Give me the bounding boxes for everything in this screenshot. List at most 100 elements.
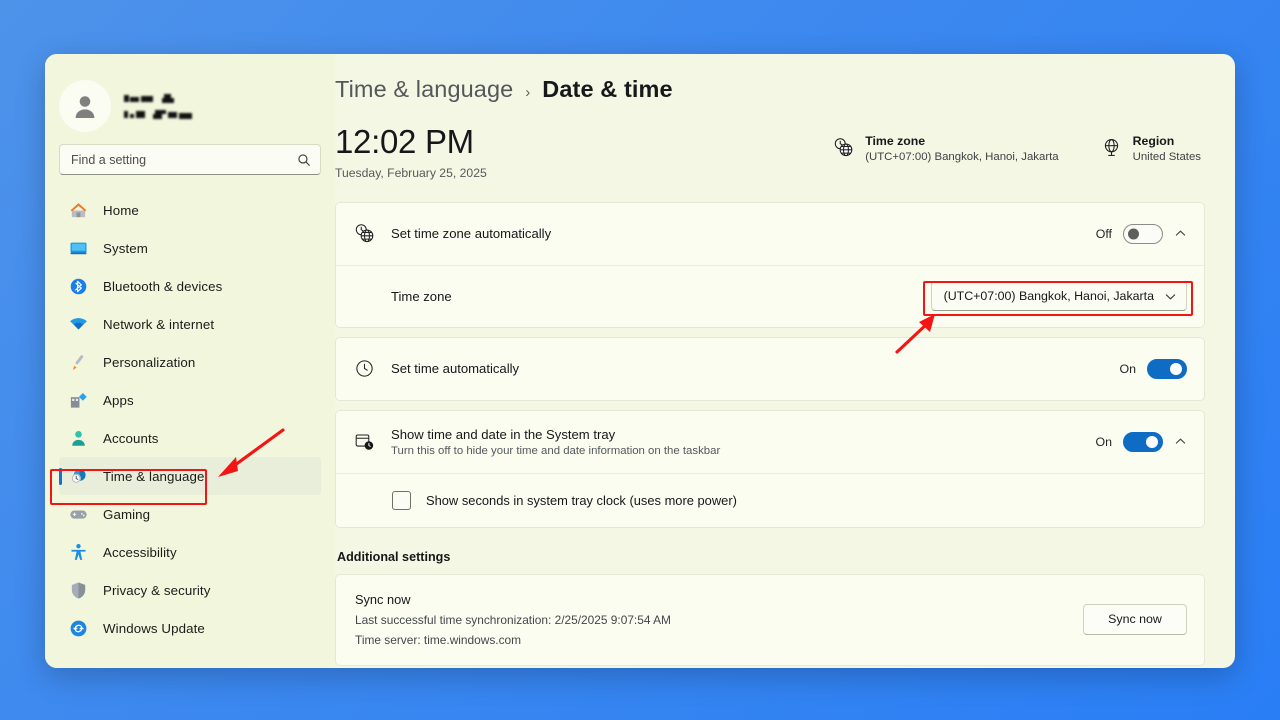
search-icon xyxy=(297,153,311,167)
sync-now-button[interactable]: Sync now xyxy=(1083,603,1187,635)
region-summary-title: Region xyxy=(1132,134,1175,148)
apps-icon xyxy=(68,390,89,411)
home-icon xyxy=(68,200,89,221)
timezone-select-row[interactable]: Time zone (UTC+07:00) Bangkok, Hanoi, Ja… xyxy=(336,264,1204,327)
set-time-automatically-card: Set time automatically On xyxy=(335,336,1205,401)
toggle-state-label: On xyxy=(1095,434,1112,449)
sidebar-item-windows-update[interactable]: Windows Update xyxy=(59,609,321,647)
sidebar-item-label: Home xyxy=(103,202,139,218)
paintbrush-icon xyxy=(68,352,89,373)
calendar-clock-icon xyxy=(352,431,376,452)
gamepad-icon xyxy=(68,504,89,525)
sidebar-item-gaming[interactable]: Gaming xyxy=(59,495,321,533)
sidebar: Home System xyxy=(45,54,335,668)
timezone-summary-value: (UTC+07:00) Bangkok, Hanoi, Jakarta xyxy=(865,151,1059,163)
accounts-icon xyxy=(68,428,89,449)
sidebar-item-time-language[interactable]: Time & language xyxy=(59,457,321,495)
show-seconds-checkbox[interactable] xyxy=(392,490,411,510)
bluetooth-icon xyxy=(68,276,89,297)
sidebar-item-accessibility[interactable]: Accessibility xyxy=(59,533,321,571)
sync-now-title: Sync now xyxy=(355,591,411,607)
timezone-summary-title: Time zone xyxy=(865,134,926,148)
show-time-date-tray-toggle[interactable] xyxy=(1123,431,1163,452)
set-time-automatically-row[interactable]: Set time automatically On xyxy=(336,338,1204,400)
region-summary-value: United States xyxy=(1132,151,1201,163)
row-title: Time zone xyxy=(391,288,452,304)
sidebar-item-label: Personalization xyxy=(103,354,196,370)
clock-icon xyxy=(352,358,376,379)
toggle-state-label: On xyxy=(1119,361,1136,376)
avatar xyxy=(59,80,111,132)
update-icon xyxy=(68,618,89,639)
timezone-dropdown[interactable]: (UTC+07:00) Bangkok, Hanoi, Jakarta xyxy=(930,281,1187,312)
additional-settings-heading: Additional settings xyxy=(337,549,451,564)
sidebar-item-label: Privacy & security xyxy=(103,582,211,598)
sidebar-item-network[interactable]: Network & internet xyxy=(59,305,321,343)
show-seconds-label: Show seconds in system tray clock (uses … xyxy=(426,492,737,508)
sync-now-card: Sync now Last successful time synchroniz… xyxy=(335,573,1205,666)
row-subtitle: Turn this off to hide your time and date… xyxy=(391,444,721,457)
set-time-automatically-toggle[interactable] xyxy=(1147,358,1187,379)
sidebar-item-bluetooth[interactable]: Bluetooth & devices xyxy=(59,267,321,305)
row-title: Set time zone automatically xyxy=(391,226,552,242)
row-title: Set time automatically xyxy=(391,361,520,377)
sidebar-item-label: Apps xyxy=(103,392,134,408)
chevron-up-icon[interactable] xyxy=(1174,227,1187,240)
profile-section[interactable] xyxy=(45,54,335,140)
sidebar-item-label: Bluetooth & devices xyxy=(103,278,223,294)
sidebar-item-label: Accessibility xyxy=(103,544,177,560)
chevron-up-icon[interactable] xyxy=(1174,435,1187,448)
search-input[interactable] xyxy=(71,152,297,167)
sidebar-item-accounts[interactable]: Accounts xyxy=(59,419,321,457)
toggle-state-label: Off xyxy=(1095,226,1112,241)
sidebar-nav: Home System Bluetooth & devices Network … xyxy=(45,191,335,647)
current-date: Tuesday, February 25, 2025 xyxy=(335,165,487,180)
clock-globe-icon xyxy=(352,223,376,244)
page-title: Date & time xyxy=(542,76,673,102)
breadcrumb: Time & language › Date & time xyxy=(335,76,1205,103)
settings-cards: Set time zone automatically Off Time zon… xyxy=(335,201,1205,668)
set-timezone-automatically-toggle[interactable] xyxy=(1123,223,1163,244)
chevron-down-icon xyxy=(1164,290,1177,303)
clock-icon xyxy=(68,466,89,487)
breadcrumb-separator-icon: › xyxy=(525,84,531,101)
accessibility-icon xyxy=(68,542,89,563)
clock-summary: 12:02 PM Tuesday, February 25, 2025 Time… xyxy=(335,124,1205,180)
selection-indicator xyxy=(59,467,62,485)
sidebar-item-personalization[interactable]: Personalization xyxy=(59,343,321,381)
sidebar-item-label: Gaming xyxy=(103,506,151,522)
sidebar-item-privacy[interactable]: Privacy & security xyxy=(59,571,321,609)
sidebar-item-label: Accounts xyxy=(103,430,159,446)
sidebar-item-label: Windows Update xyxy=(103,620,205,636)
time-server-text: Time server: time.windows.com xyxy=(355,632,522,647)
region-summary: Region United States xyxy=(1101,134,1201,163)
last-sync-text: Last successful time synchronization: 2/… xyxy=(355,612,671,627)
show-time-date-tray-row[interactable]: Show time and date in the System tray Tu… xyxy=(336,411,1204,473)
main-content: Time & language › Date & time 12:02 PM T… xyxy=(335,54,1235,668)
set-timezone-automatically-row[interactable]: Set time zone automatically Off xyxy=(336,203,1204,265)
shield-icon xyxy=(68,580,89,601)
redacted-name-line-2 xyxy=(124,109,206,120)
wifi-icon xyxy=(68,314,89,335)
search-box[interactable] xyxy=(59,144,321,175)
clock-globe-icon xyxy=(833,134,854,158)
breadcrumb-parent-link[interactable]: Time & language xyxy=(335,76,513,103)
settings-window: Home System xyxy=(45,54,1235,668)
sidebar-item-label: Time & language xyxy=(103,468,205,484)
profile-name-redacted xyxy=(124,93,206,120)
sidebar-item-apps[interactable]: Apps xyxy=(59,381,321,419)
row-title: Show time and date in the System tray xyxy=(391,426,616,442)
sidebar-item-system[interactable]: System xyxy=(59,229,321,267)
redacted-name-line-1 xyxy=(124,93,206,104)
system-tray-card: Show time and date in the System tray Tu… xyxy=(335,409,1205,528)
sidebar-item-home[interactable]: Home xyxy=(59,191,321,229)
timezone-selected-value: (UTC+07:00) Bangkok, Hanoi, Jakarta xyxy=(943,289,1154,304)
show-seconds-row[interactable]: Show seconds in system tray clock (uses … xyxy=(336,472,1204,527)
timezone-summary: Time zone (UTC+07:00) Bangkok, Hanoi, Ja… xyxy=(833,134,1059,163)
sidebar-item-label: Network & internet xyxy=(103,316,215,332)
sidebar-item-label: System xyxy=(103,240,148,256)
current-time: 12:02 PM xyxy=(335,123,474,160)
timezone-card: Set time zone automatically Off Time zon… xyxy=(335,201,1205,328)
system-icon xyxy=(68,238,89,259)
globe-icon xyxy=(1101,134,1122,158)
